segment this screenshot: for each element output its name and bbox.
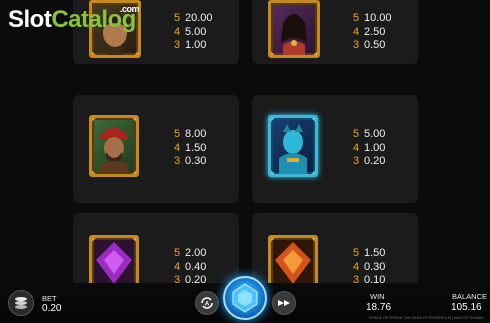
genie-portrait-icon [279,124,307,174]
autoplay-icon: A [201,297,213,309]
win-label: WIN [370,292,385,301]
balance-value: 105.16 [451,302,482,313]
balance-label: BALANCE [452,292,488,301]
turbo-button[interactable] [272,291,296,315]
princess-symbol [268,0,320,58]
turbaned-man-paytable: 5 8.00 4 1.50 3 0.30 [174,128,207,167]
princess-paytable: 5 10.00 4 2.50 3 0.50 [353,12,392,51]
paytable-card-3: 5 8.00 4 1.50 3 0.30 [73,95,239,203]
paytable-card-2: 5 10.00 4 2.50 3 0.50 [252,0,418,64]
win-value: 18.76 [366,302,392,313]
paytable-card-6: 5 1.50 4 0.30 3 0.10 [252,213,418,293]
spin-button[interactable] [223,276,267,320]
turbo-icon [278,300,290,306]
coin-stack-icon [15,297,27,309]
game-footnote: PRINCE OF PERSIA: THE GEMS OF PERSEPOLIS… [369,316,484,320]
bet-value: 0.20 [42,303,62,314]
turbaned-man-symbol [89,115,139,177]
bet-label: BET [42,294,57,303]
purple-gem-icon [96,242,132,284]
bet-settings-button[interactable] [8,290,34,316]
genie-symbol [268,115,318,177]
purple-gem-paytable: 5 2.00 4 0.40 3 0.20 [174,247,207,286]
orange-gem-icon [275,242,311,284]
svg-text:A: A [205,302,210,308]
slotcatalog-logo: SlotCatalog .com [8,4,140,33]
turbaned-man-portrait-icon [100,128,128,174]
paytable-card-4: 5 5.00 4 1.00 3 0.20 [252,95,418,203]
genie-paytable: 5 5.00 4 1.00 3 0.20 [353,128,386,167]
paytable-card-5: 5 2.00 4 0.40 3 0.20 [73,213,239,293]
autoplay-button[interactable]: A [195,291,219,315]
orange-gem-paytable: 5 1.50 4 0.30 3 0.10 [353,247,386,286]
prince-paytable: 5 20.00 4 5.00 3 1.00 [174,12,213,51]
princess-portrait-icon [281,14,307,55]
spin-gem-icon [232,283,258,313]
